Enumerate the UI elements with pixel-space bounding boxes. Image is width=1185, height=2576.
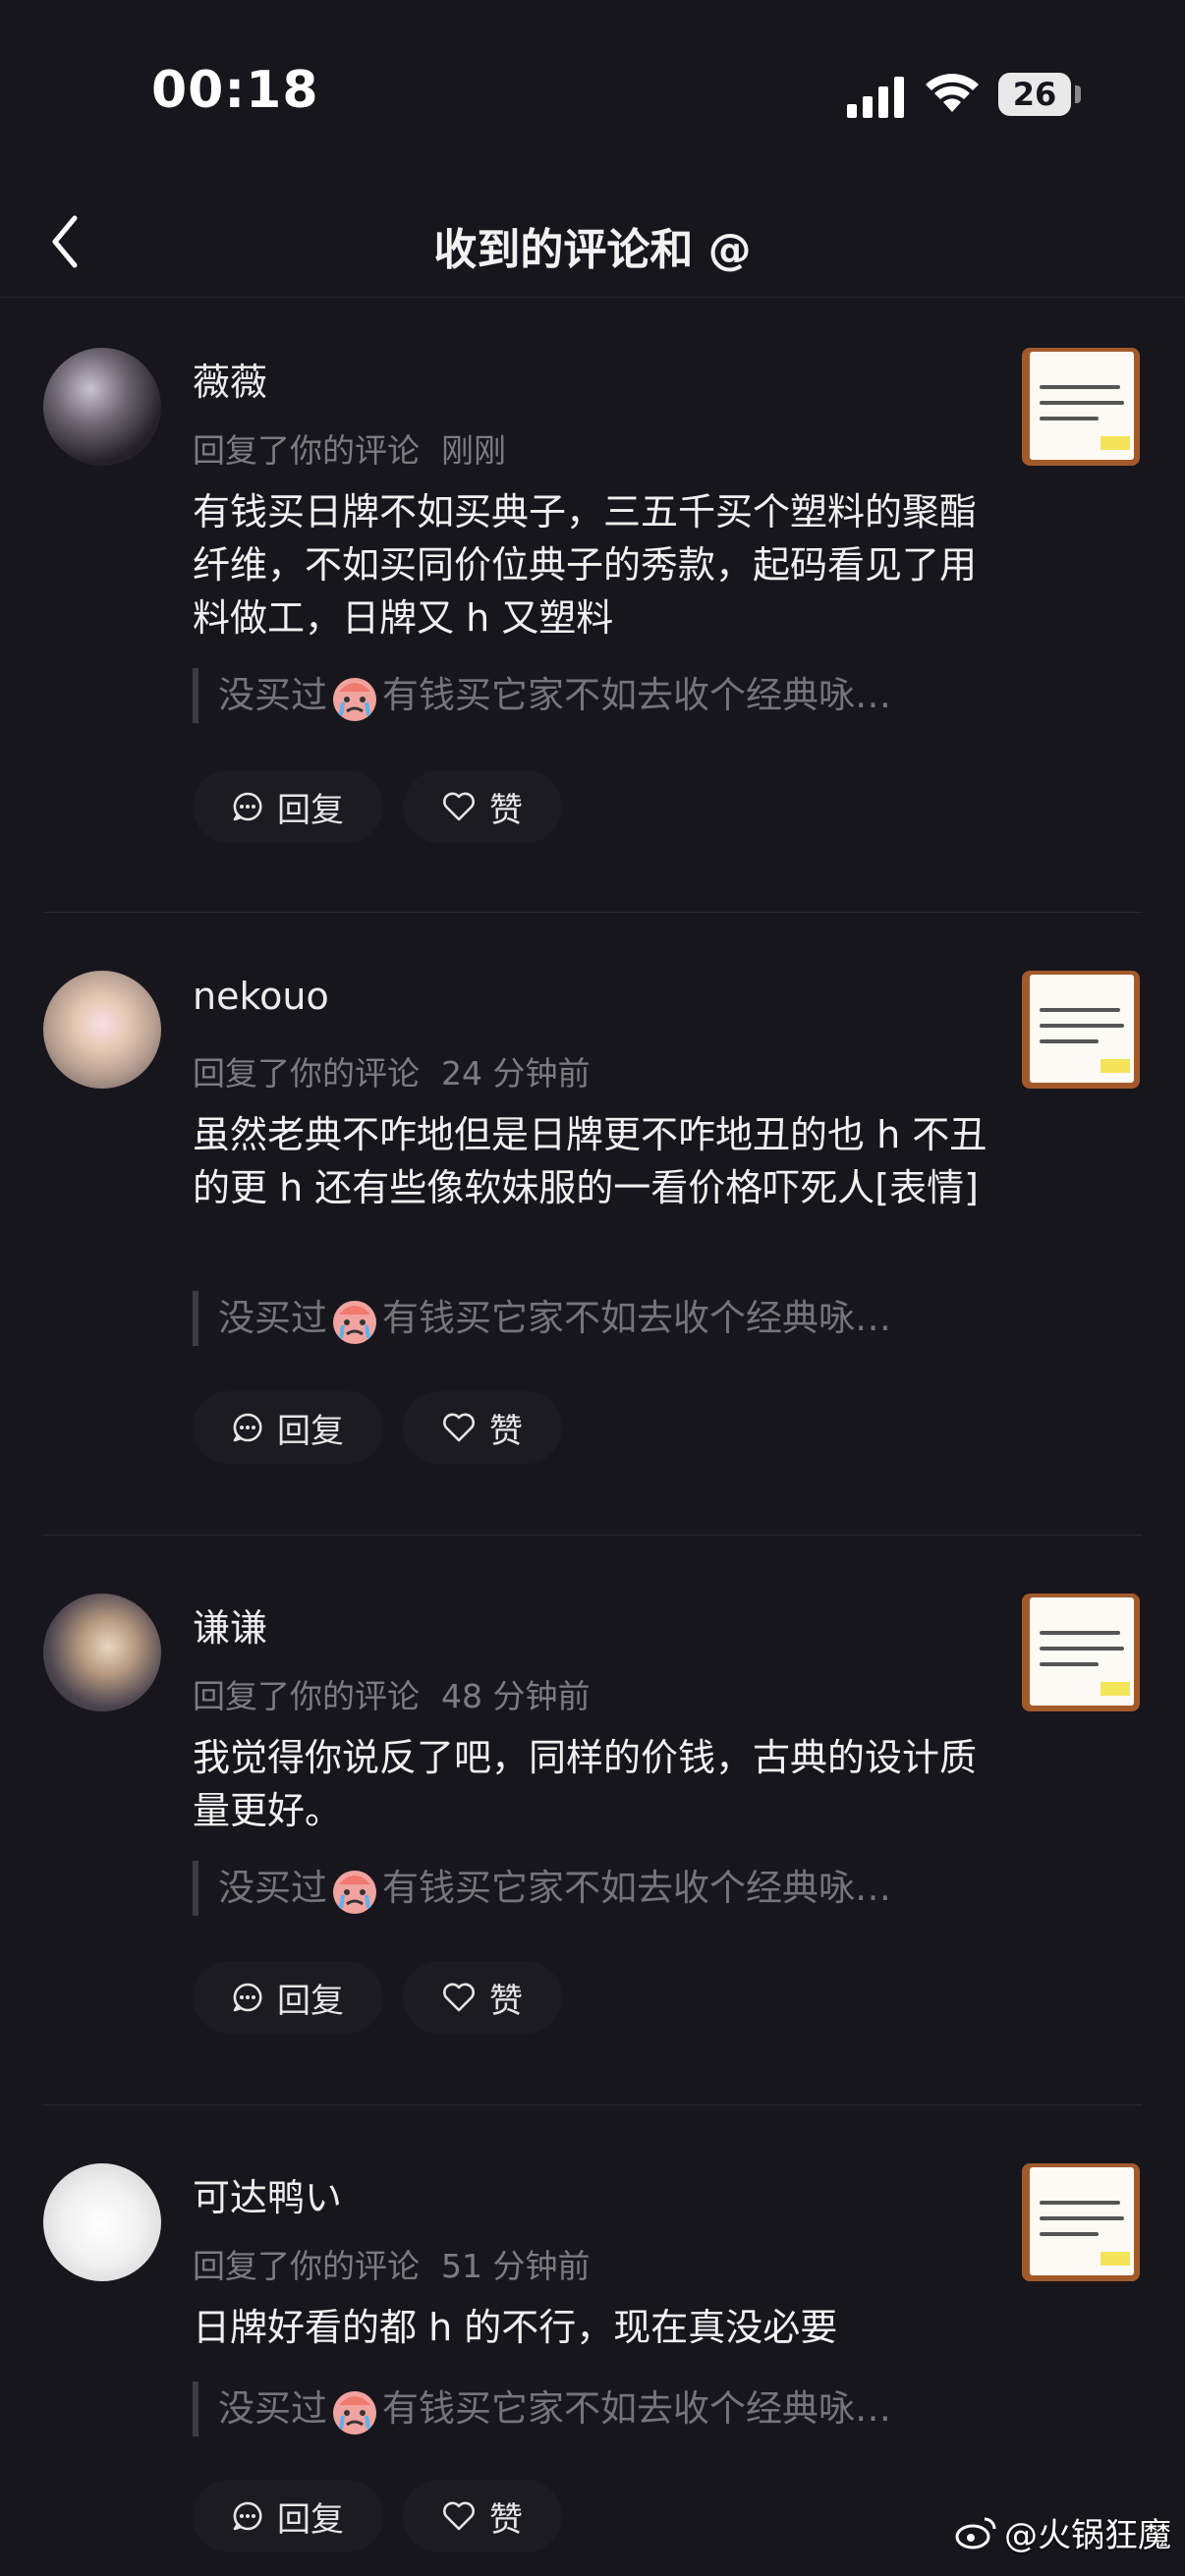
- weibo-logo-icon: [955, 2517, 996, 2548]
- quote-text-after: 有钱买它家不如去收个经典咏…: [382, 2387, 891, 2430]
- comment-content[interactable]: 有钱买日牌不如买典子，三五千买个塑料的聚酯纤维，不如买同价位典子的秀款，起码看见…: [193, 485, 998, 644]
- page-title: 收到的评论和 @: [433, 225, 752, 275]
- heart-icon: [443, 1983, 475, 2012]
- thumbnail-note: [1030, 2167, 1134, 2275]
- reply-label: 回复: [277, 2499, 344, 2540]
- like-label: 赞: [489, 1981, 523, 2021]
- comment-action: 回复了你的评论: [193, 2247, 420, 2285]
- comment-content[interactable]: 我觉得你说反了吧，同样的价钱，古典的设计质量更好。: [193, 1731, 998, 1837]
- signal-icon: [847, 77, 904, 118]
- comment-bubble-icon: [233, 2501, 262, 2531]
- like-label: 赞: [489, 790, 523, 830]
- comment-item[interactable]: nekouo 回复了你的评论 24 分钟前 虽然老典不咋地但是日牌更不咋地丑的也 …: [0, 971, 1185, 1511]
- crying-emoji-icon: [333, 2390, 376, 2435]
- comment-username[interactable]: 可达鸭い: [193, 2167, 342, 2221]
- divider: [43, 1535, 1142, 1536]
- reply-button[interactable]: 回复: [193, 1961, 383, 2034]
- quoted-comment[interactable]: 没买过 有钱买它家不如去收个经典咏…: [193, 2381, 998, 2436]
- comment-meta: 回复了你的评论 51 分钟前: [193, 2240, 590, 2287]
- crying-emoji-icon: [333, 1870, 376, 1914]
- comment-time: 51 分钟前: [441, 2247, 591, 2285]
- divider: [43, 912, 1142, 913]
- avatar[interactable]: [43, 2163, 161, 2281]
- heart-icon: [443, 792, 475, 821]
- comment-time: 24 分钟前: [441, 1054, 591, 1092]
- comment-bubble-icon: [233, 1983, 262, 2012]
- comment-actions: 回复 赞: [193, 1961, 562, 2034]
- comment-action: 回复了你的评论: [193, 1677, 420, 1715]
- reply-button[interactable]: 回复: [193, 2480, 383, 2552]
- reply-label: 回复: [277, 1411, 344, 1451]
- quote-text-after: 有钱买它家不如去收个经典咏…: [382, 1867, 891, 1909]
- status-bar: 00:18 26: [0, 0, 1185, 187]
- thumbnail-note: [1030, 975, 1134, 1083]
- comment-meta: 回复了你的评论 刚刚: [193, 424, 506, 472]
- crying-emoji-icon: [333, 1300, 376, 1344]
- comment-username[interactable]: 薇薇: [193, 352, 267, 406]
- comment-meta: 回复了你的评论 24 分钟前: [193, 1047, 590, 1094]
- reply-label: 回复: [277, 790, 344, 830]
- comment-item[interactable]: 薇薇 回复了你的评论 刚刚 有钱买日牌不如买典子，三五千买个塑料的聚酯纤维，不如买…: [0, 348, 1185, 888]
- thumbnail-note: [1030, 352, 1134, 460]
- quoted-comment[interactable]: 没买过 有钱买它家不如去收个经典咏…: [193, 1291, 998, 1346]
- quoted-comment[interactable]: 没买过 有钱买它家不如去收个经典咏…: [193, 668, 998, 723]
- watermark-text: @火锅狂魔: [1004, 2516, 1171, 2555]
- comment-action: 回复了你的评论: [193, 431, 420, 470]
- comment-username[interactable]: 谦谦: [193, 1597, 267, 1652]
- nav-bar: 收到的评论和 @: [0, 187, 1185, 298]
- post-thumbnail[interactable]: [1022, 2163, 1140, 2281]
- like-label: 赞: [489, 1411, 523, 1451]
- quoted-comment[interactable]: 没买过 有钱买它家不如去收个经典咏…: [193, 1861, 998, 1916]
- status-time: 00:18: [151, 61, 319, 120]
- comment-content[interactable]: 虽然老典不咋地但是日牌更不咋地丑的也 h 不丑的更 h 还有些像软妹服的一看价格…: [193, 1108, 998, 1214]
- comment-action: 回复了你的评论: [193, 1054, 420, 1092]
- comment-username[interactable]: nekouo: [193, 975, 329, 1018]
- battery-indicator: 26: [998, 73, 1071, 116]
- quote-text-before: 没买过: [218, 2387, 327, 2430]
- heart-icon: [443, 2501, 475, 2531]
- watermark: @火锅狂魔: [955, 2508, 1171, 2556]
- comment-bubble-icon: [233, 792, 262, 821]
- avatar[interactable]: [43, 1594, 161, 1711]
- post-thumbnail[interactable]: [1022, 348, 1140, 466]
- avatar[interactable]: [43, 971, 161, 1089]
- comment-meta: 回复了你的评论 48 分钟前: [193, 1670, 590, 1717]
- wifi-icon: [926, 74, 979, 112]
- quote-text-before: 没买过: [218, 674, 327, 716]
- comment-actions: 回复 赞: [193, 1391, 562, 1464]
- like-label: 赞: [489, 2499, 523, 2540]
- battery-level: 26: [1012, 76, 1057, 113]
- comment-actions: 回复 赞: [193, 770, 562, 843]
- comment-time: 48 分钟前: [441, 1677, 591, 1715]
- comment-item[interactable]: 谦谦 回复了你的评论 48 分钟前 我觉得你说反了吧，同样的价钱，古典的设计质量更…: [0, 1594, 1185, 2085]
- quote-text-before: 没买过: [218, 1867, 327, 1909]
- heart-icon: [443, 1413, 475, 1442]
- quote-text-after: 有钱买它家不如去收个经典咏…: [382, 674, 891, 716]
- avatar[interactable]: [43, 348, 161, 466]
- crying-emoji-icon: [333, 677, 376, 721]
- like-button[interactable]: 赞: [403, 770, 562, 843]
- quote-text-before: 没买过: [218, 1297, 327, 1339]
- reply-button[interactable]: 回复: [193, 770, 383, 843]
- divider: [43, 2104, 1142, 2105]
- thumbnail-note: [1030, 1597, 1134, 1706]
- reply-label: 回复: [277, 1981, 344, 2021]
- post-thumbnail[interactable]: [1022, 1594, 1140, 1711]
- comment-bubble-icon: [233, 1413, 262, 1442]
- like-button[interactable]: 赞: [403, 1391, 562, 1464]
- like-button[interactable]: 赞: [403, 1961, 562, 2034]
- post-thumbnail[interactable]: [1022, 971, 1140, 1089]
- comment-time: 刚刚: [441, 431, 506, 470]
- comment-actions: 回复 赞: [193, 2480, 562, 2552]
- reply-button[interactable]: 回复: [193, 1391, 383, 1464]
- battery-cap: [1075, 85, 1081, 103]
- quote-text-after: 有钱买它家不如去收个经典咏…: [382, 1297, 891, 1339]
- comment-content[interactable]: 日牌好看的都 h 的不行，现在真没必要: [193, 2301, 998, 2354]
- like-button[interactable]: 赞: [403, 2480, 562, 2552]
